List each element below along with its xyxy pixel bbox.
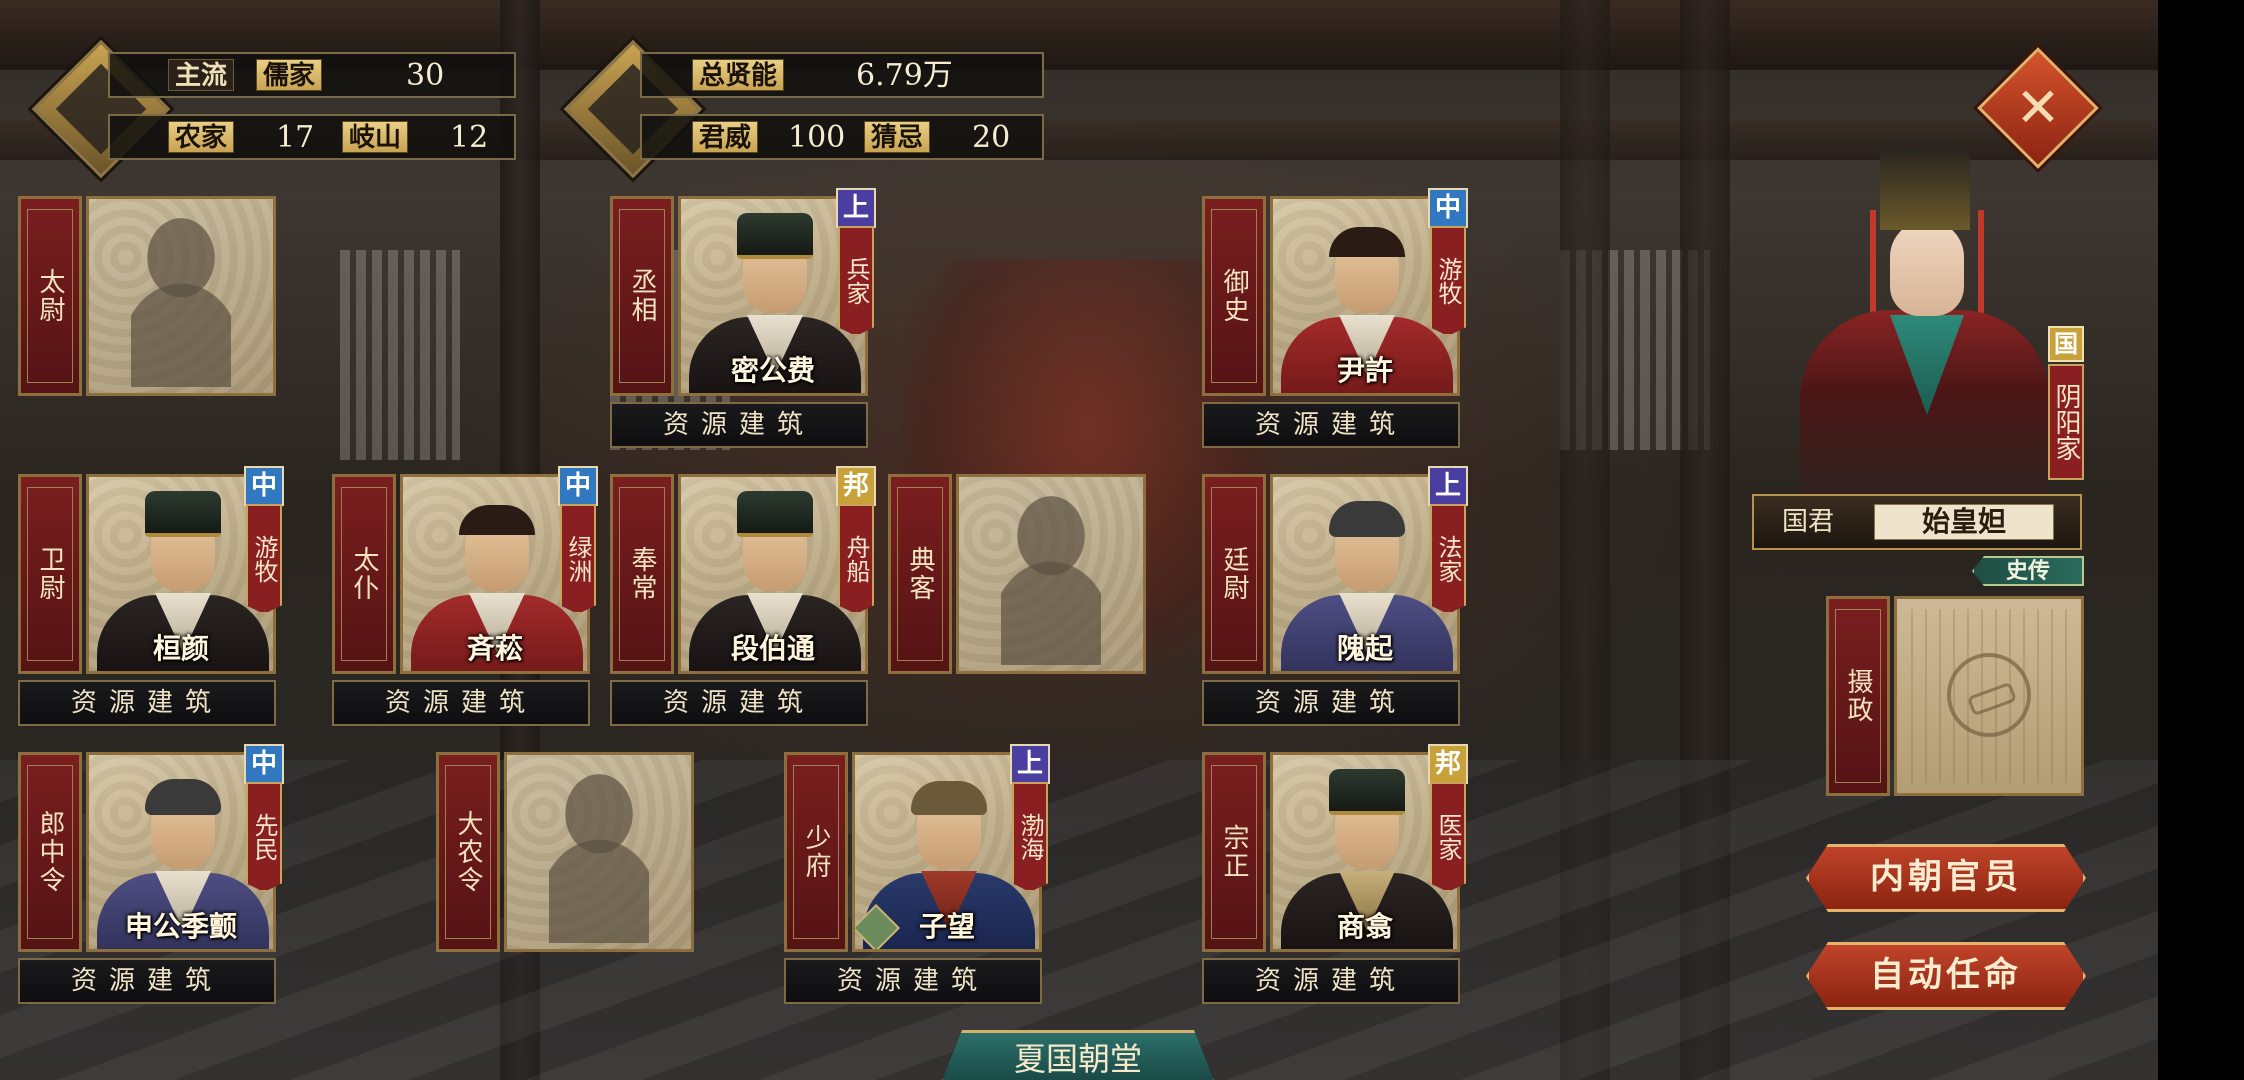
mainstream-school: 儒家 [256, 59, 323, 91]
rank-banner: 大农令 [436, 752, 500, 952]
mainstream-row: 主流 儒家 30 [108, 52, 516, 98]
lattice-window-left [340, 250, 460, 460]
total-talent-label: 总贤能 [692, 59, 785, 91]
school-tag: 绿洲 [560, 504, 596, 614]
resource-building-button[interactable]: 资源建筑 [332, 680, 590, 726]
resource-building-button[interactable]: 资源建筑 [18, 958, 276, 1004]
rank-banner: 丞相 [610, 196, 674, 396]
school-tag: 兵家 [838, 226, 874, 336]
rank-banner: 摄政 [1826, 596, 1890, 796]
school-tag: 游牧 [1430, 226, 1466, 336]
official-name: 尹許 [1336, 354, 1393, 387]
official-name: 商翕 [1336, 910, 1393, 943]
close-icon: ✕ [2015, 76, 2061, 139]
rank-banner: 廷尉 [1202, 474, 1266, 674]
consort-school-tag: 阴阳家 [2048, 364, 2084, 480]
rank-banner: 郎中令 [18, 752, 82, 952]
consort-grade-badge: 国 [2048, 326, 2084, 362]
total-talent-value: 6.79万 [856, 58, 953, 93]
school-counts-row: 农家 17 岐山 12 [108, 114, 516, 160]
school-tag: 渤海 [1012, 782, 1048, 892]
seal-icon [1947, 653, 2031, 737]
resource-building-button[interactable]: 资源建筑 [1202, 958, 1460, 1004]
resource-building-button[interactable]: 资源建筑 [18, 680, 276, 726]
empty-portrait[interactable] [956, 474, 1146, 674]
school-tag: 先民 [246, 782, 282, 892]
official-name: 申公季颤 [124, 910, 237, 943]
rank-banner: 太尉 [18, 196, 82, 396]
resource-building-button[interactable]: 资源建筑 [610, 402, 868, 448]
school3-label: 岐山 [342, 121, 409, 153]
empty-silhouette-icon [131, 217, 231, 387]
rank-banner: 御史 [1202, 196, 1266, 396]
resource-building-button[interactable]: 资源建筑 [1202, 680, 1460, 726]
biography-button[interactable]: 史传 [1972, 556, 2084, 586]
grade-badge: 上 [836, 188, 876, 228]
empty-portrait[interactable] [86, 196, 276, 396]
school2-count: 17 [276, 120, 315, 155]
prestige-row: 君威 100 猜忌 20 [640, 114, 1044, 160]
inner-court-officials-button[interactable]: 内朝官员 [1806, 844, 2086, 912]
court-scene: 主流 儒家 30 农家 17 岐山 12 总贤能 6.79万 君威 100 猜忌… [0, 0, 2158, 1080]
prestige-label: 君威 [692, 121, 759, 153]
official-name: 隗起 [1336, 632, 1393, 665]
consort-portrait[interactable] [1760, 150, 2090, 520]
resource-building-button[interactable]: 资源建筑 [610, 680, 868, 726]
school-tag: 舟船 [838, 504, 874, 614]
official-name: 桓颜 [152, 632, 209, 665]
prestige-value: 100 [788, 120, 846, 155]
total-talent-row: 总贤能 6.79万 [640, 52, 1044, 98]
empty-silhouette-icon [1001, 495, 1101, 665]
official-name: 斉菘 [466, 632, 523, 665]
grade-badge: 上 [1428, 466, 1468, 506]
regent-portrait[interactable] [1894, 596, 2084, 796]
grade-badge: 邦 [836, 466, 876, 506]
school-tag: 游牧 [246, 504, 282, 614]
school2-label: 农家 [168, 121, 235, 153]
suspicion-value: 20 [972, 120, 1011, 155]
suspicion-label: 猜忌 [864, 121, 931, 153]
school-tag: 医家 [1430, 782, 1466, 892]
grade-badge: 上 [1010, 744, 1050, 784]
grade-badge: 中 [244, 744, 284, 784]
grade-badge: 中 [1428, 188, 1468, 228]
empty-silhouette-icon [549, 773, 649, 943]
ruler-name[interactable]: 始皇妲 [1874, 504, 2054, 540]
grade-badge: 中 [558, 466, 598, 506]
rank-banner: 少府 [784, 752, 848, 952]
right-black-bar [2158, 0, 2244, 1080]
rank-banner: 太仆 [332, 474, 396, 674]
auto-appoint-button[interactable]: 自动任命 [1806, 942, 2086, 1010]
rank-banner: 典客 [888, 474, 952, 674]
official-name: 段伯通 [730, 632, 815, 665]
school-tag: 法家 [1430, 504, 1466, 614]
rank-banner: 卫尉 [18, 474, 82, 674]
resource-building-button[interactable]: 资源建筑 [784, 958, 1042, 1004]
resource-building-button[interactable]: 资源建筑 [1202, 402, 1460, 448]
rank-banner: 宗正 [1202, 752, 1266, 952]
ruler-label: 国君 [1782, 507, 1835, 537]
ruler-bar: 国君 始皇妲 [1752, 494, 2082, 550]
mainstream-count: 30 [406, 58, 445, 93]
mainstream-label: 主流 [168, 59, 235, 91]
court-title-tab[interactable]: 夏国朝堂 [940, 1030, 1216, 1080]
crown-icon [1880, 150, 1970, 230]
school3-count: 12 [450, 120, 489, 155]
official-name: 密公费 [730, 354, 815, 387]
grade-badge: 邦 [1428, 744, 1468, 784]
grade-badge: 中 [244, 466, 284, 506]
empty-portrait[interactable] [504, 752, 694, 952]
rank-banner: 奉常 [610, 474, 674, 674]
